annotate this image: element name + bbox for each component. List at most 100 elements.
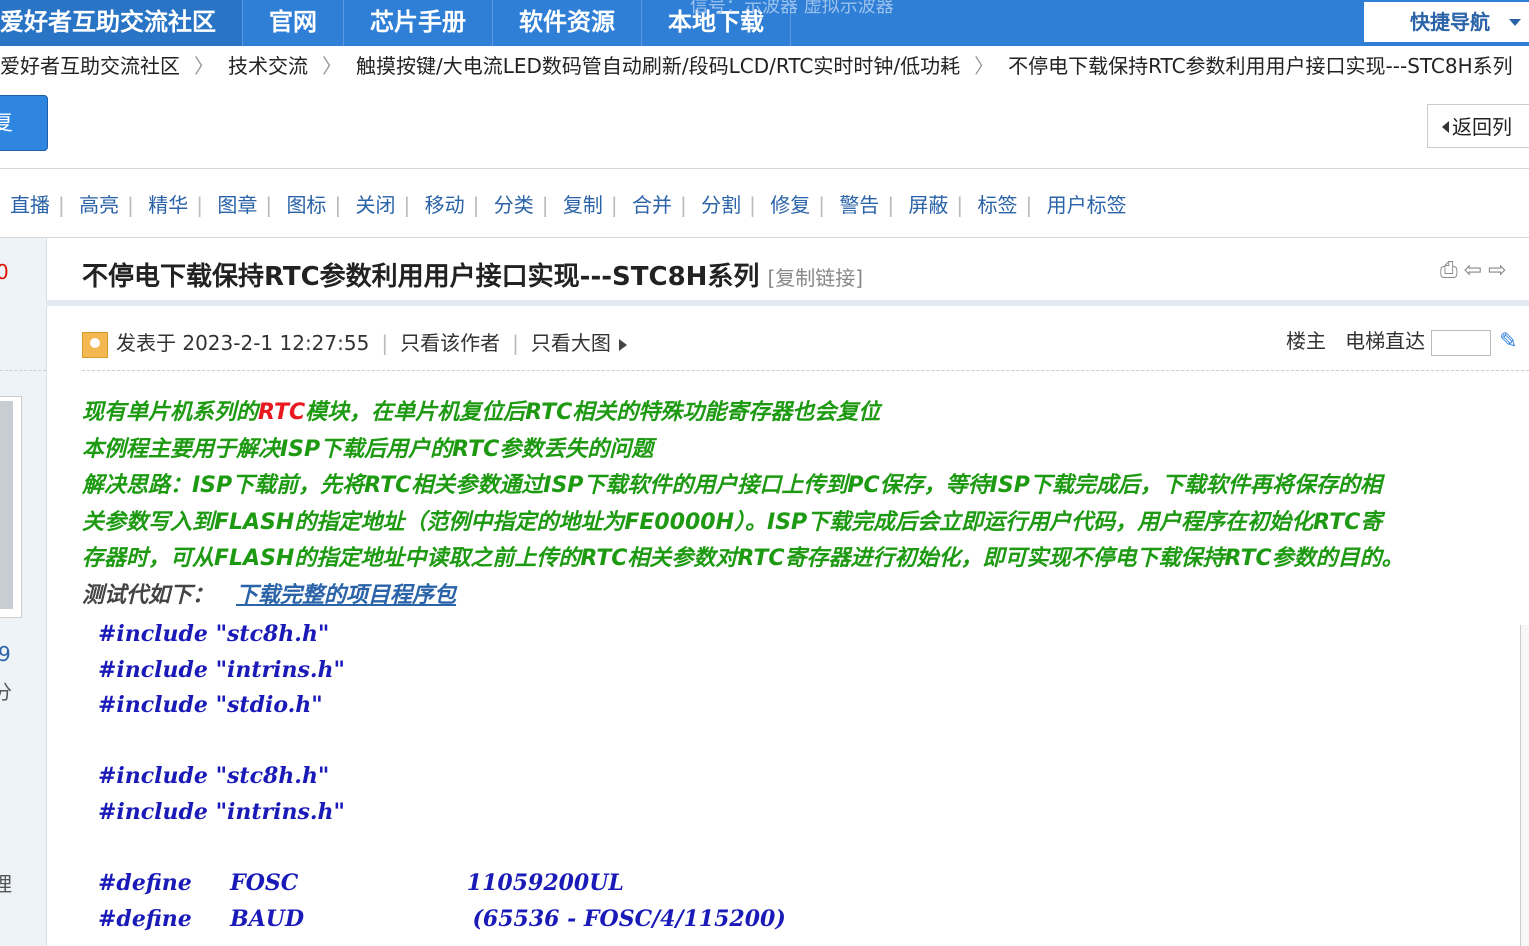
post-body: 现有单片机系列的RTC模块，在单片机复位后RTC相关的特殊功能寄存器也会复位 本… — [82, 395, 1529, 614]
text: 现有单片机系列的 — [82, 400, 259, 425]
separator: | — [1025, 193, 1033, 217]
floor-label: 楼主 — [1286, 329, 1326, 353]
text: 测试代如下： — [82, 582, 215, 608]
post-time: 发表于 2023-2-1 12:27:55 — [116, 331, 370, 355]
mod-action[interactable]: 标签 — [978, 193, 1018, 217]
author-stat-label: 分 — [0, 680, 12, 704]
tab-official-site[interactable]: 官网 — [243, 0, 344, 46]
reply-button-label: 复 — [0, 111, 14, 136]
breadcrumb-item[interactable]: 不停电下载保持RTC参数利用用户接口实现---STC8H系列 — [1008, 54, 1513, 78]
post-paragraph: 关参数写入到FLASH的指定地址（范例中指定的地址为FE0000H）。ISP下载… — [82, 509, 1383, 535]
download-link[interactable]: 下载完整的项目程序包 — [236, 583, 456, 608]
play-icon[interactable] — [618, 338, 627, 351]
print-icon[interactable]: ⎙ — [1440, 258, 1458, 283]
chevron-right-icon: 〉 — [322, 54, 342, 78]
code-line: #include "stc8h.h" — [98, 763, 330, 790]
copy-link[interactable]: [复制链接] — [767, 266, 863, 290]
separator: | — [265, 193, 273, 217]
only-author-link[interactable]: 只看该作者 — [400, 331, 500, 355]
mod-action[interactable]: 警告 — [839, 193, 879, 217]
divider — [0, 370, 46, 371]
mod-action[interactable]: 高亮 — [79, 193, 119, 217]
post-paragraph: 本例程主要用于解决ISP下载后用户的RTC参数丢失的问题 — [82, 436, 654, 462]
code-scrollbar[interactable] — [1520, 625, 1529, 946]
mod-action[interactable]: 图标 — [286, 193, 326, 217]
mod-action[interactable]: 精华 — [148, 193, 188, 217]
separator: | — [381, 331, 389, 355]
back-to-list-button[interactable]: 返回列 — [1427, 104, 1529, 148]
separator: | — [541, 193, 549, 217]
separator: | — [403, 193, 411, 217]
post-meta-right: 楼主 电梯直达 ✎ — [1286, 326, 1518, 358]
mod-action[interactable]: 用户标签 — [1047, 193, 1127, 217]
mod-action[interactable]: 分类 — [494, 193, 534, 217]
code-block: #include "stc8h.h" #include "intrins.h" … — [98, 617, 786, 937]
mod-action[interactable]: 复制 — [563, 193, 603, 217]
tab-software[interactable]: 软件资源 — [493, 0, 642, 46]
author-stat[interactable]: 9 — [0, 642, 11, 666]
back-to-list-label: 返回列 — [1452, 115, 1512, 139]
search-hint-text: 信号：示波器 虚拟示波器 — [690, 0, 894, 17]
divider — [0, 237, 1529, 238]
top-nav-bar: 爱好者互助交流社区 官网 芯片手册 软件资源 本地下载 信号：示波器 虚拟示波器… — [0, 0, 1529, 46]
chevron-right-icon: 〉 — [974, 54, 995, 78]
text: 模块，在单片机复位后RTC相关的特殊功能寄存器也会复位 — [305, 400, 881, 425]
separator: | — [512, 331, 519, 355]
mod-action[interactable]: 移动 — [425, 193, 465, 217]
code-line: #define BAUD (65536 - FOSC/4/115200) — [98, 905, 786, 932]
mod-action[interactable]: 合并 — [632, 193, 672, 217]
elevator-label: 电梯直达 — [1345, 329, 1426, 353]
code-line: #include "intrins.h" — [98, 656, 345, 683]
mod-action[interactable]: 关闭 — [356, 193, 396, 217]
chevron-right-icon: 〉 — [194, 54, 214, 78]
breadcrumb-item[interactable]: 爱好者互助交流社区 — [0, 54, 180, 78]
code-line: #include "stc8h.h" — [98, 621, 330, 647]
author-stat: 0 — [0, 260, 9, 284]
quick-nav-label: 快捷导航 — [1410, 10, 1490, 34]
go-icon[interactable]: ✎ — [1499, 329, 1517, 354]
post-title: 不停电下载保持RTC参数利用用户接口实现---STC8H系列 [复制链接] — [82, 256, 863, 293]
avatar-image — [0, 401, 13, 609]
top-nav-tabs: 爱好者互助交流社区 官网 芯片手册 软件资源 本地下载 — [0, 0, 791, 46]
separator: | — [818, 193, 825, 217]
mod-action[interactable]: 修复 — [770, 193, 810, 217]
tab-chip-manual[interactable]: 芯片手册 — [344, 0, 493, 46]
next-thread-icon[interactable]: ⇨ — [1488, 258, 1506, 283]
divider — [0, 168, 1529, 169]
post-title-text: 不停电下载保持RTC参数利用用户接口实现---STC8H系列 — [82, 262, 760, 292]
post-paragraph: 现有单片机系列的RTC模块，在单片机复位后RTC相关的特殊功能寄存器也会复位 — [82, 395, 1529, 432]
avatar[interactable] — [0, 396, 22, 618]
quick-nav-button[interactable]: 快捷导航 — [1364, 2, 1529, 42]
breadcrumb-item[interactable]: 触摸按键/大电流LED数码管自动刷新/段码LCD/RTC实时时钟/低功耗 — [356, 54, 960, 78]
separator: | — [679, 193, 687, 217]
code-line: #include "intrins.h" — [98, 798, 345, 825]
mod-action[interactable]: 直播 — [10, 193, 50, 217]
floor-jump-input[interactable] — [1431, 329, 1492, 356]
code-line: #include "stdio.h" — [98, 692, 323, 719]
chevron-down-icon — [1509, 19, 1521, 26]
mod-action[interactable]: 分割 — [701, 193, 741, 217]
only-big-image-link[interactable]: 只看大图 — [531, 331, 611, 355]
reply-button[interactable]: 复 — [0, 95, 48, 151]
post-meta: 发表于 2023-2-1 12:27:55 | 只看该作者 | 只看大图 — [82, 328, 627, 360]
mod-action[interactable]: 图章 — [217, 193, 257, 217]
post-paragraph: 解决思路：ISP下载前，先将RTC相关参数通过ISP下载软件的用户接口上传到PC… — [82, 473, 1382, 498]
author-group-label: 理 — [0, 872, 12, 896]
separator: | — [58, 193, 65, 217]
divider — [82, 370, 1529, 371]
caret-left-icon — [1442, 121, 1449, 133]
separator: | — [334, 193, 342, 217]
separator: | — [749, 193, 756, 217]
post-paragraph: 测试代如下： 下载完整的项目程序包 — [82, 578, 1529, 615]
separator: | — [887, 193, 895, 217]
mod-action[interactable]: 屏蔽 — [908, 193, 948, 217]
breadcrumb-item[interactable]: 技术交流 — [228, 54, 308, 78]
author-sidebar: 0 9 分 理 — [0, 238, 47, 946]
prev-thread-icon[interactable]: ⇦ — [1464, 258, 1482, 283]
moderation-toolbar: 直播 | 高亮 | 精华 | 图章 | 图标 | 关闭 | 移动 | 分类 | 复制 | 合并 | … — [10, 190, 1127, 220]
tab-community[interactable]: 爱好者互助交流社区 — [0, 0, 243, 46]
separator: | — [127, 193, 134, 217]
separator: | — [956, 193, 964, 217]
